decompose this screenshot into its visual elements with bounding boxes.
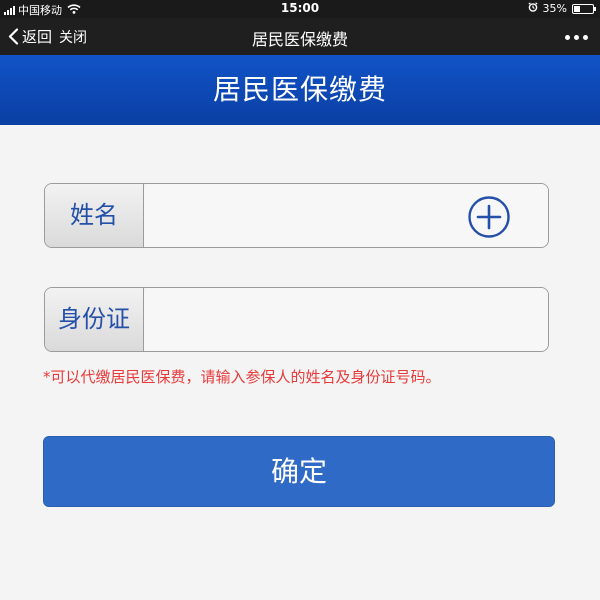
status-right: 35%	[527, 2, 596, 15]
status-bar: 中国移动 15:00 35%	[0, 0, 600, 18]
id-field-row: 身份证	[44, 287, 549, 352]
name-label: 姓名	[45, 184, 144, 247]
page-title: 居民医保缴费	[212, 73, 387, 106]
nav-bar: 返回 关闭 居民医保缴费	[0, 18, 600, 55]
nav-title: 居民医保缴费	[251, 30, 348, 49]
hint-text: *可以代缴居民医保费，请输入参保人的姓名及身份证号码。	[43, 368, 441, 386]
page-header: 居民医保缴费	[0, 55, 600, 125]
status-time: 15:00	[280, 1, 320, 15]
confirm-button[interactable]: 确定	[43, 436, 555, 507]
battery-icon	[572, 3, 596, 14]
id-label: 身份证	[45, 288, 144, 351]
battery-fill	[574, 5, 581, 12]
battery-percent: 35%	[542, 2, 567, 15]
id-input[interactable]	[145, 288, 548, 351]
alarm-icon	[527, 2, 538, 15]
more-icon[interactable]	[565, 35, 588, 40]
add-circle-icon[interactable]	[467, 195, 511, 239]
name-field-row: 姓名	[44, 183, 549, 248]
